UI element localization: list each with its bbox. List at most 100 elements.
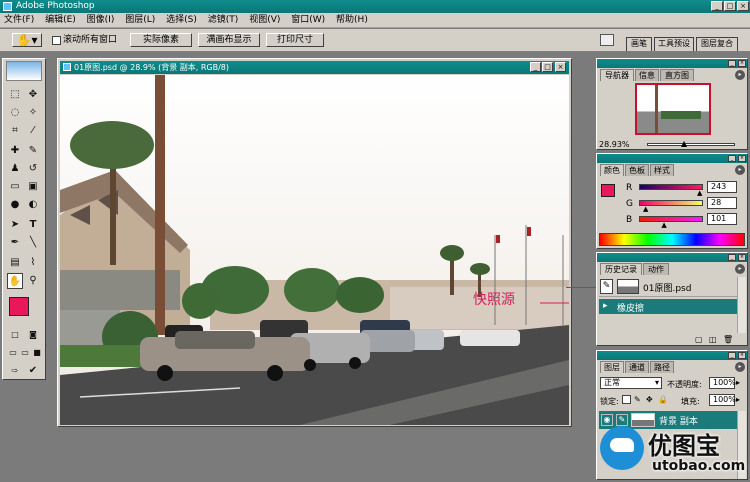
photo-canvas[interactable]: 快照源	[60, 75, 569, 425]
lock-all-icon[interactable]: 🔒	[658, 395, 668, 404]
menu-image[interactable]: 图像(I)	[83, 13, 119, 28]
opacity-input[interactable]: 100%	[709, 377, 736, 389]
quick-mask-icon[interactable]: ◙	[25, 327, 41, 343]
panel-minimize-button[interactable]: _	[728, 155, 736, 162]
tab-layer-comps[interactable]: 图层复合	[696, 37, 738, 51]
panel-minimize-button[interactable]: _	[728, 352, 736, 359]
tab-histogram[interactable]: 直方图	[660, 69, 694, 81]
tab-history[interactable]: 历史记录	[600, 263, 642, 275]
screen-mode-full-icon[interactable]: ■	[29, 345, 45, 361]
standard-mode-icon[interactable]: □	[7, 327, 23, 343]
print-size-button[interactable]: 打印尺寸	[266, 33, 324, 47]
foreground-color-swatch[interactable]	[9, 297, 29, 316]
tab-swatches[interactable]: 色板	[625, 164, 649, 176]
green-slider-thumb-icon[interactable]: ▲	[643, 205, 648, 213]
tab-paths[interactable]: 路径	[650, 361, 674, 373]
fill-arrow-icon[interactable]: ▸	[736, 395, 740, 404]
lock-transparency-checkbox[interactable]	[622, 395, 631, 404]
panel-menu-arrow-icon[interactable]: ▸	[735, 264, 745, 274]
trash-icon[interactable]: 🗑	[723, 335, 733, 344]
tab-info[interactable]: 信息	[635, 69, 659, 81]
move-tool-icon[interactable]: ✥	[25, 87, 41, 103]
menu-edit[interactable]: 编辑(E)	[41, 13, 80, 28]
hand-tool-icon[interactable]: ✋	[7, 273, 23, 289]
magic-wand-tool-icon[interactable]: ✧	[25, 105, 41, 121]
actual-pixels-button[interactable]: 实际像素	[130, 33, 192, 47]
lock-position-icon[interactable]: ✥	[646, 395, 653, 404]
notes-tool-icon[interactable]: ▤	[7, 255, 23, 271]
opacity-arrow-icon[interactable]: ▸	[736, 378, 740, 387]
fill-input[interactable]: 100%	[709, 394, 736, 406]
menu-select[interactable]: 选择(S)	[162, 13, 201, 28]
history-brush-source-icon[interactable]: ✎	[600, 279, 613, 294]
scroll-all-checkbox[interactable]	[52, 36, 61, 45]
maximize-button[interactable]: □	[724, 1, 736, 11]
close-button[interactable]: ×	[737, 1, 749, 11]
jump-to-imageready-icon[interactable]: ⇨	[7, 363, 23, 379]
new-snapshot-icon[interactable]: ◫	[709, 335, 717, 344]
minimize-button[interactable]: _	[711, 1, 723, 11]
slice-tool-icon[interactable]: ⁄	[25, 123, 41, 139]
blur-tool-icon[interactable]: ●	[7, 197, 23, 213]
history-brush-tool-icon[interactable]: ↺	[25, 161, 41, 177]
zoom-slider-thumb-icon[interactable]: ▲	[681, 139, 687, 148]
panel-minimize-button[interactable]: _	[728, 60, 736, 67]
panel-menu-arrow-icon[interactable]: ▸	[735, 165, 745, 175]
eraser-tool-icon[interactable]: ▭	[7, 179, 23, 195]
clone-stamp-tool-icon[interactable]: ♟	[7, 161, 23, 177]
menu-file[interactable]: 文件(F)	[0, 13, 38, 28]
menu-layer[interactable]: 图层(L)	[121, 13, 159, 28]
feather-logo-icon[interactable]	[6, 61, 42, 81]
doc-close-button[interactable]: ×	[555, 62, 566, 72]
foreground-color-swatch[interactable]	[601, 184, 615, 197]
blue-slider-thumb-icon[interactable]: ▲	[661, 221, 666, 229]
red-slider-thumb-icon[interactable]: ▲	[697, 189, 702, 197]
navigator-thumbnail[interactable]	[635, 83, 711, 135]
menu-view[interactable]: 视图(V)	[245, 13, 284, 28]
gradient-tool-icon[interactable]: ▣	[25, 179, 41, 195]
red-value-input[interactable]: 243	[707, 181, 737, 193]
panel-close-button[interactable]: ×	[738, 352, 746, 359]
menu-help[interactable]: 帮助(H)	[332, 13, 372, 28]
tab-styles[interactable]: 样式	[650, 164, 674, 176]
green-slider[interactable]	[639, 200, 703, 206]
menu-window[interactable]: 窗口(W)	[287, 13, 329, 28]
doc-maximize-button[interactable]: □	[542, 62, 553, 72]
crop-tool-icon[interactable]: ⌗	[7, 123, 23, 139]
tab-navigator[interactable]: 导航器	[600, 69, 634, 81]
history-scrollbar[interactable]	[737, 277, 746, 333]
green-value-input[interactable]: 28	[707, 197, 737, 209]
doc-minimize-button[interactable]: _	[530, 62, 541, 72]
marquee-tool-icon[interactable]: ⬚	[7, 87, 23, 103]
tab-color[interactable]: 颜色	[600, 164, 624, 176]
panel-menu-arrow-icon[interactable]: ▸	[735, 70, 745, 80]
new-document-icon[interactable]: ▢	[695, 335, 703, 344]
zoom-tool-icon[interactable]: ⚲	[25, 273, 41, 289]
tab-channels[interactable]: 通道	[625, 361, 649, 373]
panel-minimize-button[interactable]: _	[728, 254, 736, 261]
blend-mode-select[interactable]: 正常 ▾	[600, 377, 662, 389]
history-snapshot-row[interactable]: ✎ 01原图.psd	[599, 277, 737, 297]
tab-tool-presets[interactable]: 工具预设	[654, 37, 694, 51]
pen-tool-icon[interactable]: ✒	[7, 235, 23, 251]
dodge-tool-icon[interactable]: ◐	[25, 197, 41, 213]
red-slider[interactable]	[639, 184, 703, 190]
fit-screen-button[interactable]: 满画布显示	[198, 33, 260, 47]
file-browser-icon[interactable]	[600, 34, 614, 46]
history-step-row[interactable]: ▸ 橡皮擦	[599, 299, 737, 314]
panel-menu-arrow-icon[interactable]: ▸	[735, 362, 745, 372]
panel-close-button[interactable]: ×	[738, 155, 746, 162]
hand-icon[interactable]: ✋▾	[12, 33, 42, 47]
panel-close-button[interactable]: ×	[738, 60, 746, 67]
blue-slider[interactable]	[639, 216, 703, 222]
checkmark-icon[interactable]: ✔	[25, 363, 41, 379]
menu-filter[interactable]: 滤镜(T)	[204, 13, 243, 28]
document-window[interactable]: 01原图.psd @ 28.9% (背景 副本, RGB/8) _ □ × 快照…	[57, 58, 572, 427]
healing-brush-tool-icon[interactable]: ✚	[7, 143, 23, 159]
navigator-zoom-slider[interactable]	[647, 143, 735, 146]
path-selection-tool-icon[interactable]: ➤	[7, 217, 23, 233]
type-tool-icon[interactable]: T	[25, 217, 41, 233]
tab-layers[interactable]: 图层	[600, 361, 624, 373]
color-ramp[interactable]	[599, 233, 745, 246]
blue-value-input[interactable]: 101	[707, 213, 737, 225]
